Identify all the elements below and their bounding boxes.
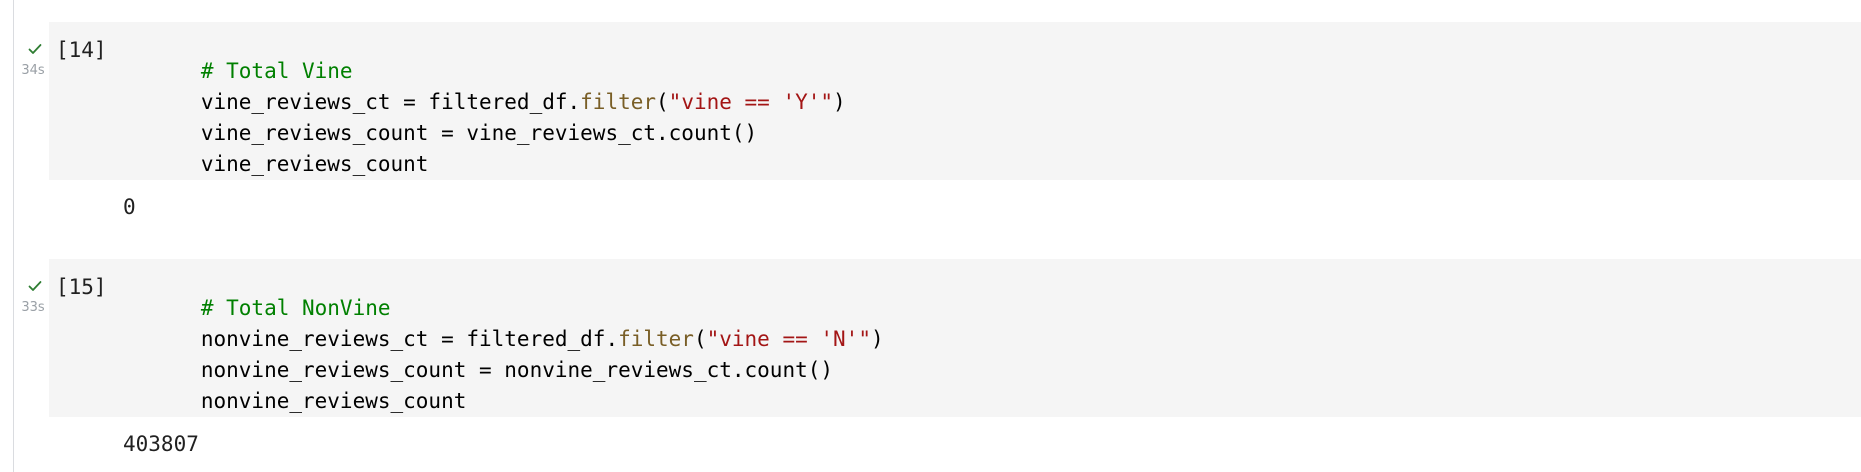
code-comment: # Total Vine <box>200 59 353 83</box>
check-icon <box>28 281 42 291</box>
code-token: ) <box>833 90 846 114</box>
code-token: nonvine_reviews_count <box>200 389 467 413</box>
code-token: ( <box>693 327 707 351</box>
code-string: "vine == 'N'" <box>706 327 871 351</box>
code-token: ( <box>656 90 669 114</box>
code-token: vine_reviews_count = vine_reviews_ct.cou… <box>200 121 758 145</box>
execution-time: 33s <box>21 300 45 315</box>
code-lines[interactable]: # Total NonVine nonvine_reviews_ct = fil… <box>125 277 884 412</box>
code-token: nonvine_reviews_ct = filtered_df. <box>200 327 619 351</box>
code-comment: # Total NonVine <box>200 296 391 320</box>
code-token: nonvine_reviews_count = nonvine_reviews_… <box>200 358 834 382</box>
cell-output: 0 <box>123 195 136 219</box>
code-token: vine_reviews_ct = filtered_df. <box>200 90 581 114</box>
code-token: ) <box>870 327 884 351</box>
notebook-left-border <box>13 0 14 472</box>
code-lines[interactable]: # Total Vine vine_reviews_ct = filtered_… <box>125 40 846 175</box>
code-token: vine_reviews_count <box>200 152 429 176</box>
execution-time: 34s <box>21 63 45 78</box>
cell-output: 403807 <box>123 432 199 456</box>
code-line: # Total NonVine <box>125 277 884 319</box>
code-line: # Total Vine <box>125 40 846 82</box>
code-method: filter <box>580 90 657 114</box>
check-icon <box>28 44 42 54</box>
code-method: filter <box>618 327 694 351</box>
execution-count: [15] <box>56 275 107 299</box>
code-string: "vine == 'Y'" <box>668 90 834 114</box>
execution-count: [14] <box>56 38 107 62</box>
